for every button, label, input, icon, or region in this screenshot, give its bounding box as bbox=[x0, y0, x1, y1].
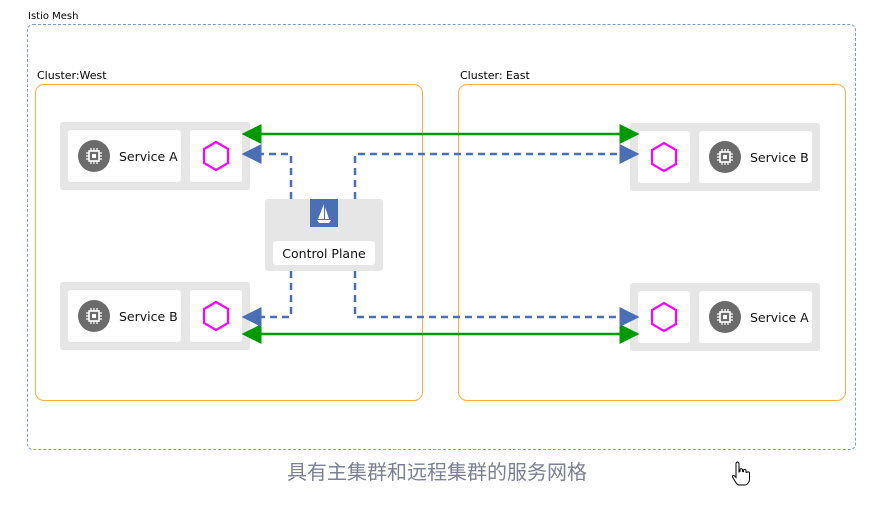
control-link bbox=[353, 144, 640, 199]
hand-cursor-icon bbox=[731, 461, 750, 486]
control-link bbox=[241, 271, 293, 327]
control-link bbox=[353, 271, 640, 327]
connectors bbox=[241, 124, 640, 344]
control-link bbox=[241, 144, 293, 199]
